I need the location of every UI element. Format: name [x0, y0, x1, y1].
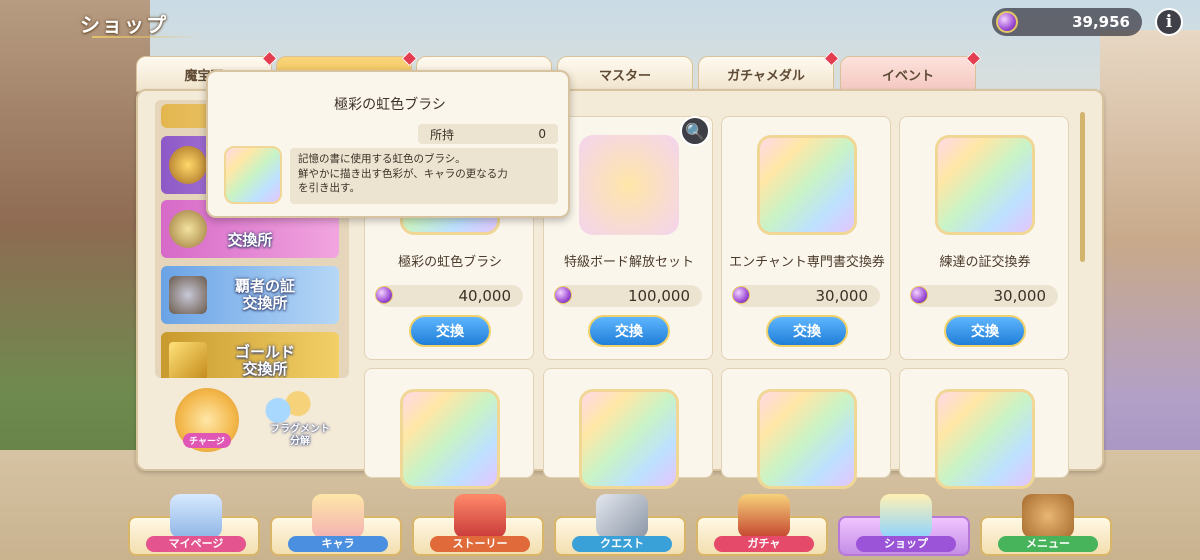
nav-character[interactable]: キャラ: [270, 494, 402, 556]
page-title: ショップ: [52, 6, 202, 40]
product-name: 極彩の虹色ブラシ: [398, 255, 502, 270]
product-name: エンチャント専門書交換券: [729, 255, 885, 270]
tab-gacha-medal[interactable]: ガチャメダル: [698, 50, 840, 92]
board-set-icon: [579, 135, 679, 235]
fragment-disassemble-button[interactable]: フラグメント 分解: [255, 390, 330, 454]
enchant-book-ticket-icon: [757, 135, 857, 235]
fragment-label: フラグメント 分解: [270, 424, 330, 447]
owned-count: 所持 0: [418, 124, 558, 144]
tab-label: ガチャメダル: [727, 68, 805, 84]
product-price: 40,000: [375, 285, 523, 307]
banner-label: 交換所: [227, 231, 273, 250]
nav-label: マイページ: [146, 536, 246, 552]
product-card[interactable]: [543, 368, 713, 489]
swords-icon: [596, 494, 648, 538]
product-name: 特級ボード解放セット: [563, 255, 694, 270]
character-icon: [312, 494, 364, 538]
price-value: 30,000: [993, 287, 1047, 305]
price-value: 100,000: [627, 287, 690, 305]
nav-my-page[interactable]: マイページ: [128, 494, 260, 556]
product-card[interactable]: [364, 368, 534, 489]
nav-label: キャラ: [288, 536, 388, 552]
nav-label: メニュー: [998, 536, 1098, 552]
character-portrait-icon: [935, 389, 1035, 489]
coin-icon: [169, 210, 207, 248]
tab-master[interactable]: マスター: [557, 56, 693, 92]
currency-display: 39,956: [992, 8, 1142, 36]
nav-story[interactable]: ストーリー: [412, 494, 544, 556]
product-card[interactable]: エンチャント専門書交換券 30,000 交換: [721, 116, 891, 360]
charge-label: チャージ: [183, 433, 231, 448]
product-card[interactable]: 練達の証交換券 30,000 交換: [899, 116, 1069, 360]
gem-icon: [375, 286, 393, 304]
product-price: 30,000: [732, 285, 880, 307]
character-portrait-icon: [757, 389, 857, 489]
price-value: 30,000: [815, 287, 869, 305]
exchange-banner-gold[interactable]: ゴールド 交換所: [161, 332, 339, 378]
owned-label: 所持: [430, 127, 455, 142]
exchange-button[interactable]: 交換: [409, 315, 491, 347]
item-tooltip: 極彩の虹色ブラシ 所持 0 記憶の書に使用する虹色のブラシ。 鮮やかに描き出す色…: [206, 70, 570, 218]
champion-medal-icon: [169, 276, 207, 314]
tooltip-description: 記憶の書に使用する虹色のブラシ。 鮮やかに描き出す色彩が、キャラの更なる力 を引…: [290, 148, 558, 204]
gem-icon: [732, 286, 750, 304]
nav-label: ガチャ: [714, 536, 814, 552]
price-value: 40,000: [458, 287, 512, 305]
banner-label: ゴールド 交換所: [234, 342, 295, 378]
tab-event[interactable]: イベント: [840, 50, 982, 92]
rainbow-brush-icon: [224, 146, 282, 204]
page-title-text: ショップ: [80, 12, 168, 37]
notification-badge: [965, 50, 982, 67]
notification-badge: [261, 50, 278, 67]
gem-icon: [996, 11, 1018, 33]
notification-badge: [401, 50, 418, 67]
nav-label: クエスト: [572, 536, 672, 552]
book-icon: [454, 494, 506, 538]
character-portrait-icon: [579, 389, 679, 489]
product-name: 練達の証交換券: [939, 255, 1031, 270]
nav-gacha[interactable]: ガチャ: [696, 494, 828, 556]
currency-value: 39,956: [1072, 13, 1130, 31]
menu-icon: [1022, 494, 1074, 538]
info-button[interactable]: i: [1155, 8, 1183, 36]
nav-quest[interactable]: クエスト: [554, 494, 686, 556]
castle-icon: [170, 494, 222, 538]
map-ticket-icon: [400, 389, 500, 489]
nav-label: ストーリー: [430, 536, 530, 552]
tab-label: マスター: [598, 68, 651, 84]
zoom-icon[interactable]: 🔍: [680, 116, 710, 146]
medal-icon: [169, 146, 207, 184]
owned-value: 0: [538, 127, 546, 141]
treasure-icon: [738, 494, 790, 538]
product-card[interactable]: [721, 368, 891, 489]
exchange-button[interactable]: 交換: [588, 315, 670, 347]
nav-label: ショップ: [856, 536, 956, 552]
charge-button[interactable]: チャージ: [175, 388, 239, 452]
shop-icon: [880, 494, 932, 538]
exchange-button[interactable]: 交換: [766, 315, 848, 347]
scrollbar[interactable]: [1080, 112, 1085, 262]
gem-icon: [554, 286, 572, 304]
exchange-button[interactable]: 交換: [944, 315, 1026, 347]
product-price: 100,000: [554, 285, 702, 307]
product-price: 30,000: [910, 285, 1058, 307]
gem-icon: [910, 286, 928, 304]
gold-bar-icon: [169, 342, 207, 378]
product-card[interactable]: [899, 368, 1069, 489]
tab-label: イベント: [881, 68, 934, 84]
mastery-proof-ticket-icon: [935, 135, 1035, 235]
nav-menu[interactable]: メニュー: [980, 494, 1112, 556]
nav-shop[interactable]: ショップ: [838, 494, 970, 556]
notification-badge: [823, 50, 840, 67]
banner-label: 覇者の証 交換所: [234, 276, 295, 312]
fragment-icon: [263, 390, 313, 424]
exchange-banner-champion[interactable]: 覇者の証 交換所: [161, 266, 339, 324]
tooltip-title: 極彩の虹色ブラシ: [334, 97, 446, 113]
